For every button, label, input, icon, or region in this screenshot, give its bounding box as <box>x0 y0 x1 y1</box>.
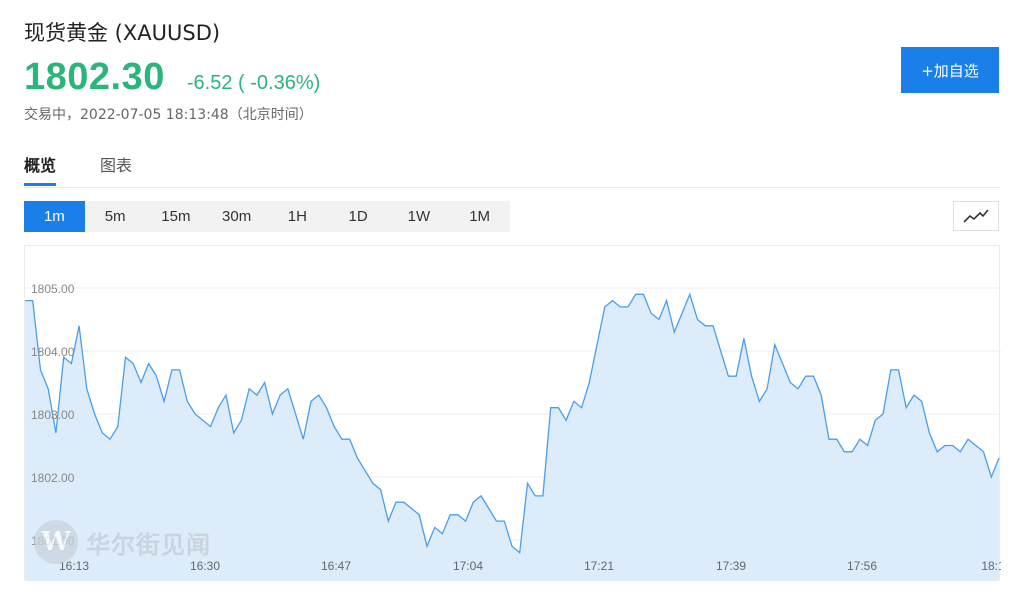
x-tick-label: 17:04 <box>453 559 483 573</box>
chart-type-button[interactable] <box>953 201 999 231</box>
period-1m[interactable]: 1m <box>24 201 85 232</box>
y-tick-label: 1805.00 <box>31 282 75 296</box>
y-tick-label: 1804.00 <box>31 345 75 359</box>
tab-overview[interactable]: 概览 <box>24 152 57 186</box>
period-1h[interactable]: 1H <box>267 201 328 232</box>
tab-bar: 概览 图表 <box>24 152 176 186</box>
period-30m[interactable]: 30m <box>206 201 267 232</box>
period-1d[interactable]: 1D <box>328 201 389 232</box>
period-5m[interactable]: 5m <box>85 201 146 232</box>
line-chart-icon <box>963 209 989 223</box>
period-1mo[interactable]: 1M <box>449 201 510 232</box>
x-tick-label: 16:47 <box>321 559 351 573</box>
x-tick-label: 17:21 <box>584 559 614 573</box>
watermark-logo: W <box>34 520 78 564</box>
add-to-watchlist-button[interactable]: +加自选 <box>901 47 999 93</box>
y-tick-label: 1802.00 <box>31 471 75 485</box>
watermark-text: 华尔街见闻 <box>86 529 211 559</box>
instrument-title: 现货黄金 (XAUUSD) <box>24 21 221 45</box>
watermark: W 华尔街见闻 <box>34 520 211 564</box>
x-tick-label: 17:39 <box>716 559 746 573</box>
trading-status: 交易中，2022-07-05 18:13:48（北京时间） <box>24 107 313 123</box>
current-price: 1802.30 <box>24 56 165 98</box>
period-selector: 1m 5m 15m 30m 1H 1D 1W 1M <box>24 201 510 232</box>
y-tick-label: 1803.00 <box>31 408 75 422</box>
x-tick-label: 17:56 <box>847 559 877 573</box>
period-1w[interactable]: 1W <box>389 201 450 232</box>
period-15m[interactable]: 15m <box>146 201 207 232</box>
price-row: 1802.30 -6.52 ( -0.36%) <box>24 56 320 99</box>
x-tick-label: 18:1 <box>981 559 1001 573</box>
tab-divider <box>24 187 1000 188</box>
tab-chart[interactable]: 图表 <box>100 152 132 186</box>
price-change: -6.52 ( -0.36%) <box>186 72 321 94</box>
